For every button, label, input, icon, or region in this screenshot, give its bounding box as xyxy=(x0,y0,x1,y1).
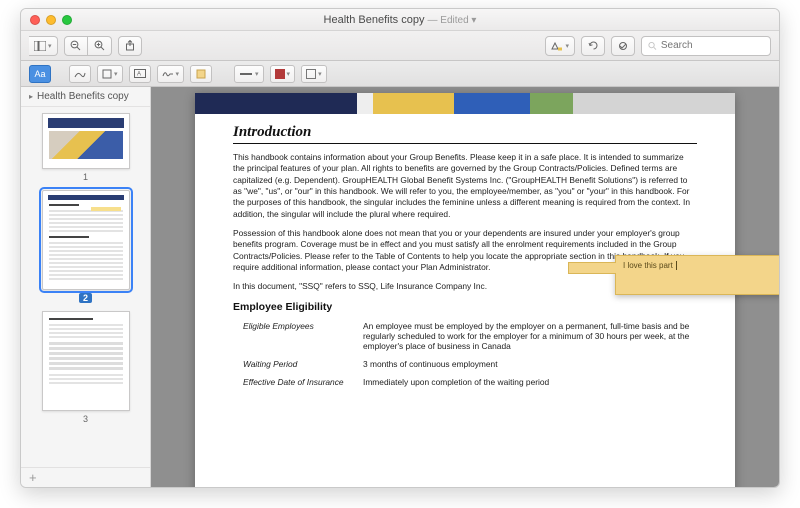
content-area: ▸ Health Benefits copy 1 xyxy=(21,87,779,487)
note-button[interactable] xyxy=(190,65,212,83)
annotation-note[interactable]: I love this part xyxy=(615,255,779,295)
svg-text:A: A xyxy=(137,72,141,78)
window-controls xyxy=(21,15,72,25)
table-row: Effective Date of InsuranceImmediately u… xyxy=(233,375,697,393)
minimize-window-button[interactable] xyxy=(46,15,56,25)
page-number: 3 xyxy=(83,414,88,424)
sidebar-header[interactable]: ▸ Health Benefits copy xyxy=(21,87,150,107)
thumbnail-sidebar: ▸ Health Benefits copy 1 xyxy=(21,87,151,487)
markup-toolbar: Aa ▾ A ▾ ▾ ▾ ▾ xyxy=(21,61,779,87)
document-viewport[interactable]: Introduction This handbook contains info… xyxy=(151,87,779,487)
highlight-button[interactable]: ▾ xyxy=(545,36,575,56)
heading-eligibility: Employee Eligibility xyxy=(233,301,697,313)
rotate-button[interactable] xyxy=(581,36,605,56)
page-banner-image xyxy=(195,93,735,114)
paragraph: This handbook contains information about… xyxy=(233,152,697,220)
close-window-button[interactable] xyxy=(30,15,40,25)
thumbnail-page-1[interactable]: 1 xyxy=(42,113,130,182)
search-icon xyxy=(648,41,657,51)
thumbnail-page-3[interactable]: 3 xyxy=(42,311,130,424)
main-toolbar: ▾ ▾ xyxy=(21,31,779,61)
sign-button[interactable]: ▾ xyxy=(157,65,185,83)
annotation-note-text[interactable]: I love this part xyxy=(623,261,673,270)
view-mode-segment: ▾ xyxy=(29,36,58,56)
sidebar-doc-title: Health Benefits copy xyxy=(37,91,129,102)
text-style-label: Aa xyxy=(34,69,45,79)
zoom-segment xyxy=(64,36,112,56)
thumbnail-page-2[interactable]: 2 xyxy=(42,190,130,303)
share-button[interactable] xyxy=(118,36,142,56)
thumbnail-list: 1 2 xyxy=(21,107,150,467)
zoom-out-button[interactable] xyxy=(64,36,88,56)
shapes-button[interactable]: ▾ xyxy=(97,65,123,83)
title-bar: Health Benefits copy — Edited ▾ xyxy=(21,9,779,31)
text-style-button[interactable]: Aa xyxy=(29,65,51,83)
table-row: Eligible EmployeesAn employee must be em… xyxy=(233,319,697,357)
table-row: Waiting Period3 months of continuous emp… xyxy=(233,357,697,375)
heading-introduction: Introduction xyxy=(233,124,697,144)
page-number: 1 xyxy=(83,172,88,182)
search-input[interactable] xyxy=(661,40,764,51)
window-title: Health Benefits copy — Edited ▾ xyxy=(21,14,779,26)
zoom-in-button[interactable] xyxy=(88,36,112,56)
border-color-button[interactable]: ▾ xyxy=(270,65,296,83)
line-style-button[interactable]: ▾ xyxy=(234,65,264,83)
fill-color-button[interactable]: ▾ xyxy=(301,65,327,83)
edited-indicator[interactable]: — Edited ▾ xyxy=(428,15,477,26)
sidebar-view-button[interactable]: ▾ xyxy=(29,36,58,56)
preview-window: Health Benefits copy — Edited ▾ ▾ ▾ Aa ▾… xyxy=(20,8,780,488)
eligibility-table: Eligible EmployeesAn employee must be em… xyxy=(233,319,697,393)
sketch-button[interactable] xyxy=(69,65,91,83)
annotation-note-tab[interactable] xyxy=(568,262,616,274)
document-title: Health Benefits copy xyxy=(324,14,425,26)
markup-toggle-button[interactable] xyxy=(611,36,635,56)
text-box-button[interactable]: A xyxy=(129,65,151,83)
add-page-button[interactable]: + xyxy=(21,467,150,487)
disclosure-triangle-icon: ▸ xyxy=(29,92,33,101)
page-number: 2 xyxy=(79,293,92,303)
search-field-wrap[interactable] xyxy=(641,36,771,56)
zoom-window-button[interactable] xyxy=(62,15,72,25)
